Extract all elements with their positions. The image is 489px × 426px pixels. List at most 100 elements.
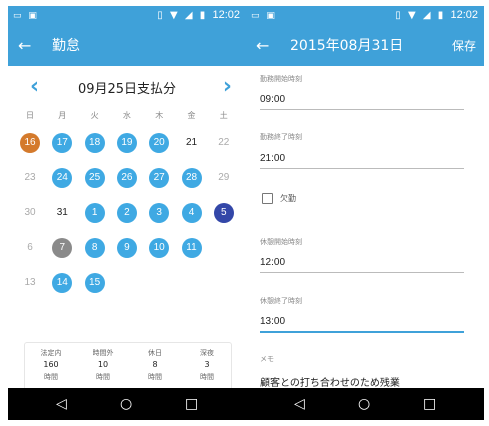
absence-checkbox[interactable] [262,193,273,204]
calendar-day-cell[interactable]: 17 [46,130,78,154]
calendar-day: 4 [181,203,202,223]
calendar-day: 24 [52,168,73,188]
break-end-field[interactable]: 13:00 [260,316,285,327]
calendar-day-cell[interactable]: 6 [14,235,46,259]
summary-label: 休日 [148,349,162,357]
calendar-day-cell[interactable]: 10 [143,235,175,259]
summary-value: 3 [204,360,210,369]
app-bar: ← 勤怠 [8,26,246,66]
summary-value: 10 [97,360,109,369]
weekday-header: 日月火水木金土 [14,110,240,124]
calendar-day: 8 [84,238,105,258]
calendar-day: 14 [52,273,73,293]
status-time: 12:02 [212,9,240,21]
break-end-label: 休憩終了時刻 [260,297,302,305]
calendar-day: 20 [149,133,170,153]
nav-back-icon[interactable]: ◁ [294,395,305,413]
calendar-day-cell[interactable]: 22 [208,130,240,154]
calendar-day-cell[interactable]: 24 [46,165,78,189]
calendar-day: 2 [116,203,137,223]
nav-home-icon[interactable]: ○ [358,395,370,413]
page-title: 2015年08月31日 [290,38,404,54]
calendar-day-cell[interactable]: 26 [111,165,143,189]
nav-recents-icon[interactable]: □ [423,395,436,413]
calendar-day: 10 [149,238,170,258]
calendar-day: 3 [149,203,170,223]
weekday-label: 金 [187,111,196,120]
work-start-underline [260,109,464,110]
calendar-day-cell[interactable]: 11 [176,235,208,259]
calendar-day: 15 [84,273,105,293]
work-end-label: 勤務終了時刻 [260,133,302,141]
nav-back-icon[interactable]: ◁ [56,395,67,413]
calendar-day-cell[interactable]: 27 [143,165,175,189]
calendar-day: 18 [84,133,105,153]
calendar-day: 19 [116,133,137,153]
nav-recents-icon[interactable]: □ [185,395,198,413]
summary-column: 法定内 160 時間 [25,347,77,383]
calendar-day-cell[interactable]: 23 [14,165,46,189]
summary-value: 160 [43,360,59,369]
nav-home-icon[interactable]: ○ [120,395,132,413]
calendar-day-cell[interactable]: 21 [176,130,208,154]
calendar-day: 28 [181,168,202,188]
calendar-day-cell[interactable]: 9 [111,235,143,259]
calendar-day-cell[interactable]: 14 [46,270,78,294]
calendar-day: 17 [52,133,73,153]
calendar-day-cell[interactable]: 28 [176,165,208,189]
calendar-day-cell[interactable]: 8 [79,235,111,259]
battery-icon: ▮ [199,10,206,21]
work-start-field[interactable]: 09:00 [260,94,285,105]
weekday-label: 日 [26,111,34,120]
calendar-day: 23 [24,172,36,183]
calendar-day: 25 [84,168,105,188]
calendar-day-cell[interactable]: 29 [208,165,240,189]
calendar-day: 31 [56,207,68,218]
back-arrow-icon[interactable]: ← [18,36,31,56]
calendar-day: 27 [149,168,170,188]
calendar-day-cell[interactable]: 20 [143,130,175,154]
calendar-day: 22 [218,137,230,148]
calendar-day-cell[interactable]: 3 [143,200,175,224]
calendar-day: 13 [24,277,36,288]
calendar-day: 9 [116,238,137,258]
back-arrow-icon[interactable]: ← [256,36,269,56]
memo-field[interactable]: 顧客との打ち合わせのため残業 [260,374,400,389]
calendar-day-cell[interactable]: 25 [79,165,111,189]
summary-unit: 時間 [200,373,214,381]
calendar-day-cell[interactable]: 1 [79,200,111,224]
next-month-chevron-icon[interactable]: › [223,74,232,99]
summary-label: 深夜 [200,349,214,357]
calendar-day-cell[interactable]: 19 [111,130,143,154]
calendar-day-cell[interactable]: 4 [176,200,208,224]
weekday-label: 水 [122,111,131,120]
calendar-day-cell[interactable]: 18 [79,130,111,154]
break-start-field[interactable]: 12:00 [260,257,285,268]
memo-label: メモ [260,355,274,363]
break-end-underline [260,331,464,333]
signal-icon: ◢ [422,10,431,21]
system-nav-bar: ◁ ○ □ [246,388,484,420]
calendar-day: 21 [185,137,198,148]
summary-unit: 時間 [148,373,162,381]
summary-column: 深夜 3 時間 [181,347,233,383]
calendar-grid: 16 17 18 19 20 21 22 23 24 25 26 27 28 29 30 31 1 2 3 4 5 6 7 8… [14,130,240,300]
calendar-day-cell[interactable]: 15 [79,270,111,294]
calendar-day: 1 [84,203,105,223]
work-end-field[interactable]: 21:00 [260,153,285,164]
calendar-day-cell[interactable]: 7 [46,235,78,259]
calendar-day-cell[interactable]: 13 [14,270,46,294]
save-button[interactable]: 保存 [452,37,476,55]
calendar-day-cell[interactable]: 16 [14,130,46,154]
vibrate-icon: ▯ [157,10,163,21]
weekday-label: 火 [90,111,99,120]
calendar-day-cell[interactable]: 2 [111,200,143,224]
signal-icon: ◢ [184,10,193,21]
summary-column: 時間外 10 時間 [77,347,129,383]
battery-icon: ▮ [437,10,444,21]
weekday-label: 木 [155,111,164,120]
calendar-day-cell[interactable]: 30 [14,200,46,224]
work-start-label: 勤務開始時刻 [260,75,302,83]
calendar-day-cell[interactable]: 31 [46,200,78,224]
calendar-day-cell[interactable]: 5 [208,200,240,224]
